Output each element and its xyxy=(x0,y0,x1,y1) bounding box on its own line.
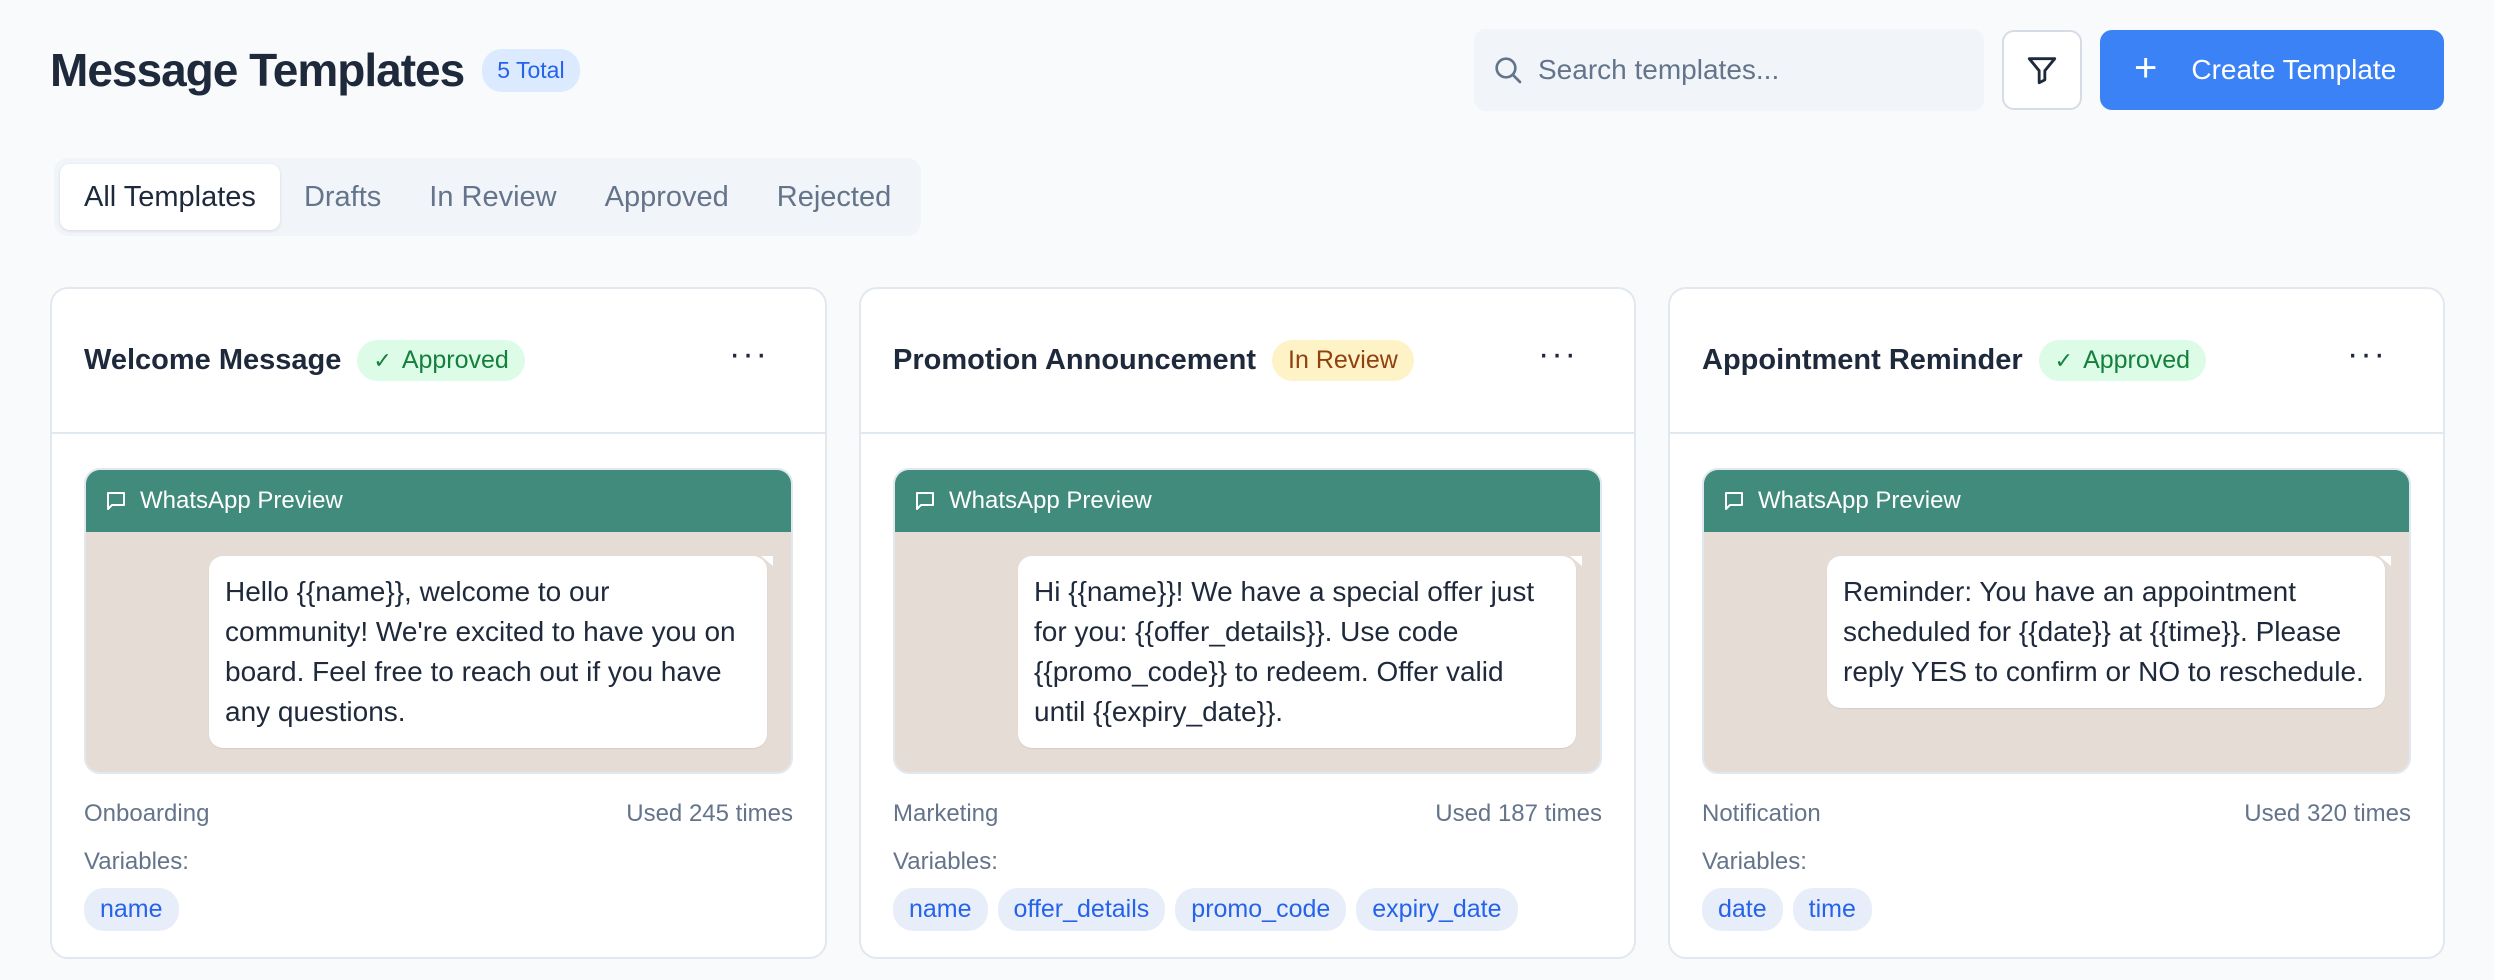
category-label: Onboarding xyxy=(84,800,210,827)
variables-label: Variables: xyxy=(893,848,998,875)
create-template-button[interactable]: + Create Template xyxy=(2100,30,2444,110)
card-header: Promotion Announcement In Review ··· xyxy=(861,289,1634,434)
variable-chips: name xyxy=(52,876,825,931)
create-template-label: Create Template xyxy=(2191,54,2397,85)
status-label: In Review xyxy=(1288,346,1398,374)
plus-icon: + xyxy=(2134,46,2158,90)
more-options-icon[interactable]: ··· xyxy=(1538,337,1578,371)
preview-header: WhatsApp Preview xyxy=(895,470,1600,532)
variables-label: Variables: xyxy=(84,848,189,875)
message-icon xyxy=(1725,492,1743,510)
template-card[interactable]: Welcome Message ✓ Approved ··· WhatsApp … xyxy=(50,287,827,959)
message-bubble: Hi {{name}}! We have a special offer jus… xyxy=(1018,556,1576,748)
whatsapp-preview: WhatsApp Preview Hi {{name}}! We have a … xyxy=(893,468,1602,774)
page-title: Message Templates xyxy=(50,44,465,96)
variable-chip: expiry_date xyxy=(1356,888,1518,931)
usage-count: Used 320 times xyxy=(2244,800,2411,827)
variable-chip: name xyxy=(893,888,988,931)
tab-approved[interactable]: Approved xyxy=(581,164,753,230)
category-label: Marketing xyxy=(893,800,999,827)
tab-drafts[interactable]: Drafts xyxy=(280,164,405,230)
variable-chip: offer_details xyxy=(997,888,1166,931)
card-header: Welcome Message ✓ Approved ··· xyxy=(52,289,825,434)
filter-button[interactable] xyxy=(2002,30,2082,110)
total-count-badge: 5 Total xyxy=(482,48,580,92)
template-card[interactable]: Appointment Reminder ✓ Approved ··· What… xyxy=(1668,287,2445,959)
usage-count: Used 187 times xyxy=(1435,800,1602,827)
preview-header: WhatsApp Preview xyxy=(1704,470,2409,532)
check-icon: ✓ xyxy=(2054,347,2074,373)
preview-header: WhatsApp Preview xyxy=(86,470,791,532)
status-badge: In Review xyxy=(1272,340,1414,381)
category-label: Notification xyxy=(1702,800,1821,827)
whatsapp-preview: WhatsApp Preview Hello {{name}}, welcome… xyxy=(84,468,793,774)
search-icon xyxy=(1495,57,1522,84)
template-title: Appointment Reminder xyxy=(1702,344,2023,376)
tab-rejected[interactable]: Rejected xyxy=(753,164,915,230)
preview-label: WhatsApp Preview xyxy=(140,487,343,514)
status-tabs: All Templates Drafts In Review Approved … xyxy=(54,158,922,236)
variable-chip: name xyxy=(84,888,179,931)
card-meta: Notification Used 320 times xyxy=(1670,774,2443,828)
message-bubble: Hello {{name}}, welcome to our community… xyxy=(209,556,767,748)
status-label: Approved xyxy=(401,346,509,374)
variable-chips: name offer_details promo_code expiry_dat… xyxy=(861,876,1634,931)
card-meta: Marketing Used 187 times xyxy=(861,774,1634,828)
chat-area: Reminder: You have an appointment schedu… xyxy=(1704,532,2409,708)
template-title: Welcome Message xyxy=(84,344,342,376)
filter-icon xyxy=(2027,57,2057,85)
chat-area: Hello {{name}}, welcome to our community… xyxy=(86,532,791,748)
more-options-icon[interactable]: ··· xyxy=(2347,337,2387,371)
more-options-icon[interactable]: ··· xyxy=(729,337,769,371)
message-icon xyxy=(916,492,934,510)
variable-chip: date xyxy=(1702,888,1783,931)
template-title: Promotion Announcement xyxy=(893,344,1257,376)
bubble-tail xyxy=(761,556,773,566)
variables-label: Variables: xyxy=(1702,848,1807,875)
tab-all-templates[interactable]: All Templates xyxy=(60,164,280,230)
status-badge: ✓ Approved xyxy=(357,340,525,381)
bubble-tail xyxy=(2379,556,2391,566)
preview-label: WhatsApp Preview xyxy=(949,487,1152,514)
card-meta: Onboarding Used 245 times xyxy=(52,774,825,828)
message-icon xyxy=(107,492,125,510)
card-header: Appointment Reminder ✓ Approved ··· xyxy=(1670,289,2443,434)
whatsapp-preview: WhatsApp Preview Reminder: You have an a… xyxy=(1702,468,2411,774)
chat-area: Hi {{name}}! We have a special offer jus… xyxy=(895,532,1600,748)
check-icon: ✓ xyxy=(373,347,392,373)
template-cards: Welcome Message ✓ Approved ··· WhatsApp … xyxy=(50,287,2445,959)
templates-page: Message Templates 5 Total + Create Templ… xyxy=(0,0,2494,980)
bubble-tail xyxy=(1570,556,1582,566)
message-bubble: Reminder: You have an appointment schedu… xyxy=(1827,556,2385,708)
variable-chip: promo_code xyxy=(1175,888,1347,931)
variable-chips: date time xyxy=(1670,876,2443,931)
preview-label: WhatsApp Preview xyxy=(1758,487,1961,514)
page-header: Message Templates 5 Total + Create Templ… xyxy=(50,28,2444,112)
search-box[interactable] xyxy=(1474,29,1984,111)
tab-in-review[interactable]: In Review xyxy=(405,164,580,230)
status-badge: ✓ Approved xyxy=(2038,340,2207,381)
template-card[interactable]: Promotion Announcement In Review ··· Wha… xyxy=(859,287,1636,959)
header-actions: + Create Template xyxy=(1474,29,2444,111)
variable-chip: time xyxy=(1792,888,1872,931)
usage-count: Used 245 times xyxy=(626,800,793,827)
status-label: Approved xyxy=(2083,346,2191,374)
search-input[interactable] xyxy=(1538,54,1958,86)
